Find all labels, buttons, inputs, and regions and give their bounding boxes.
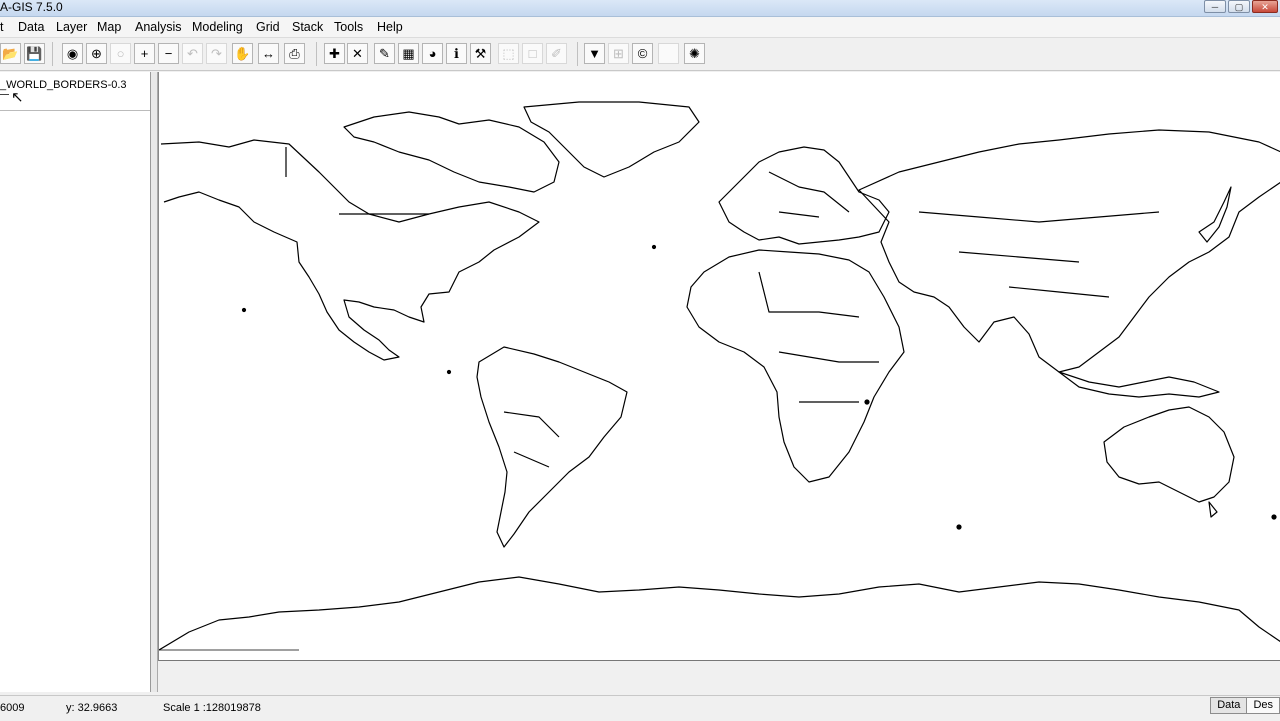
menu-map[interactable]: Map xyxy=(97,20,121,34)
indonesia-outline xyxy=(1058,371,1220,398)
map-view[interactable] xyxy=(158,72,1280,661)
menu-bar: t Data Layer Map Analysis Modeling Grid … xyxy=(0,17,1280,38)
save-icon[interactable]: 💾 xyxy=(24,43,45,64)
y-coordinate-readout: y: 32.9663 xyxy=(66,702,118,714)
x-coordinate-readout: 6009 xyxy=(0,702,25,714)
world-map xyxy=(159,101,1280,651)
grid-icon[interactable]: ⊞ xyxy=(608,43,629,64)
toolbar: 📂 💾 ◉ ⊕ ○ + − ↶ ↷ ✋ ↔ ⎙ ✚ ✕ ✎ ▦ ◕ ℹ ⚒ ⬚ □ ✐ ▼ ⊞ © ✺ xyxy=(0,38,1280,71)
menu-help[interactable]: Help xyxy=(377,20,403,34)
sun-icon[interactable]: ✺ xyxy=(684,43,705,64)
japan-outline xyxy=(1198,186,1232,243)
bottom-tabs: Data Des xyxy=(1210,697,1280,714)
close-button[interactable]: ✕ xyxy=(1252,0,1278,13)
menu-stack[interactable]: Stack xyxy=(292,20,323,34)
status-bar: 6009 y: 32.9663 Scale 1 :128019878 Data … xyxy=(0,695,1280,721)
menu-edit[interactable]: t xyxy=(0,20,3,34)
greenland-outline xyxy=(523,101,700,178)
layer-item[interactable]: _WORLD_BORDERS-0.3 ↖ xyxy=(0,72,150,111)
toolbar-separator xyxy=(52,42,53,66)
blank-tool-icon[interactable]: □ xyxy=(522,43,543,64)
zoom-out-icon[interactable]: − xyxy=(158,43,179,64)
australia-outline xyxy=(1103,406,1235,503)
measure-icon[interactable]: ↔ xyxy=(258,43,279,64)
tab-data[interactable]: Data xyxy=(1210,697,1248,714)
open-folder-icon[interactable]: 📂 xyxy=(0,43,21,64)
blank-icon[interactable] xyxy=(658,43,679,64)
paintbrush-icon[interactable]: ✎ xyxy=(374,43,395,64)
menu-layer[interactable]: Layer xyxy=(56,20,87,34)
zoom-extent-icon[interactable]: ⊕ xyxy=(86,43,107,64)
title-bar: A-GIS 7.5.0 ─ ▢ ✕ xyxy=(0,0,1280,17)
menu-modeling[interactable]: Modeling xyxy=(192,20,243,34)
redo-icon[interactable]: ↷ xyxy=(206,43,227,64)
info-icon[interactable]: ℹ xyxy=(446,43,467,64)
globe-icon[interactable]: ◉ xyxy=(62,43,83,64)
menu-analysis[interactable]: Analysis xyxy=(135,20,182,34)
color-wheel-icon[interactable]: ◕ xyxy=(422,43,443,64)
menu-tools[interactable]: Tools xyxy=(334,20,363,34)
tools-icon[interactable]: ⚒ xyxy=(470,43,491,64)
maximize-button[interactable]: ▢ xyxy=(1228,0,1250,13)
edit-disabled-icon[interactable]: ✐ xyxy=(546,43,567,64)
attribute-table-icon[interactable]: ▦ xyxy=(398,43,419,64)
window-controls: ─ ▢ ✕ xyxy=(1204,0,1278,13)
toolbar-separator xyxy=(577,42,578,66)
window-title: A-GIS 7.5.0 xyxy=(0,0,63,14)
africa-outline xyxy=(686,249,905,483)
select-box-icon[interactable]: ⬚ xyxy=(498,43,519,64)
mouse-pointer-icon: ↖ xyxy=(11,89,24,106)
zoom-selected-icon[interactable]: ○ xyxy=(110,43,131,64)
add-layer-icon[interactable]: ✚ xyxy=(324,43,345,64)
arctic-islands-outline xyxy=(343,111,560,193)
minimize-button[interactable]: ─ xyxy=(1204,0,1226,13)
zoom-in-icon[interactable]: + xyxy=(134,43,155,64)
layer-symbol-icon xyxy=(0,94,9,95)
tab-description[interactable]: Des xyxy=(1246,697,1280,714)
south-america-outline xyxy=(476,346,628,548)
layer-pane: _WORLD_BORDERS-0.3 ↖ xyxy=(0,72,151,692)
export-image-icon[interactable]: ⎙ xyxy=(284,43,305,64)
pan-hand-icon[interactable]: ✋ xyxy=(232,43,253,64)
copyright-icon[interactable]: © xyxy=(632,43,653,64)
menu-grid[interactable]: Grid xyxy=(256,20,280,34)
pane-splitter[interactable] xyxy=(151,72,158,692)
antarctica-outline xyxy=(159,576,1280,651)
undo-icon[interactable]: ↶ xyxy=(182,43,203,64)
toolbar-separator xyxy=(316,42,317,66)
remove-layer-icon[interactable]: ✕ xyxy=(347,43,368,64)
scale-readout: Scale 1 :128019878 xyxy=(163,702,261,714)
map-grid-icon[interactable]: ▼ xyxy=(584,43,605,64)
asia-outline xyxy=(858,129,1280,373)
menu-data[interactable]: Data xyxy=(18,20,44,34)
north-america-outline xyxy=(160,139,540,361)
